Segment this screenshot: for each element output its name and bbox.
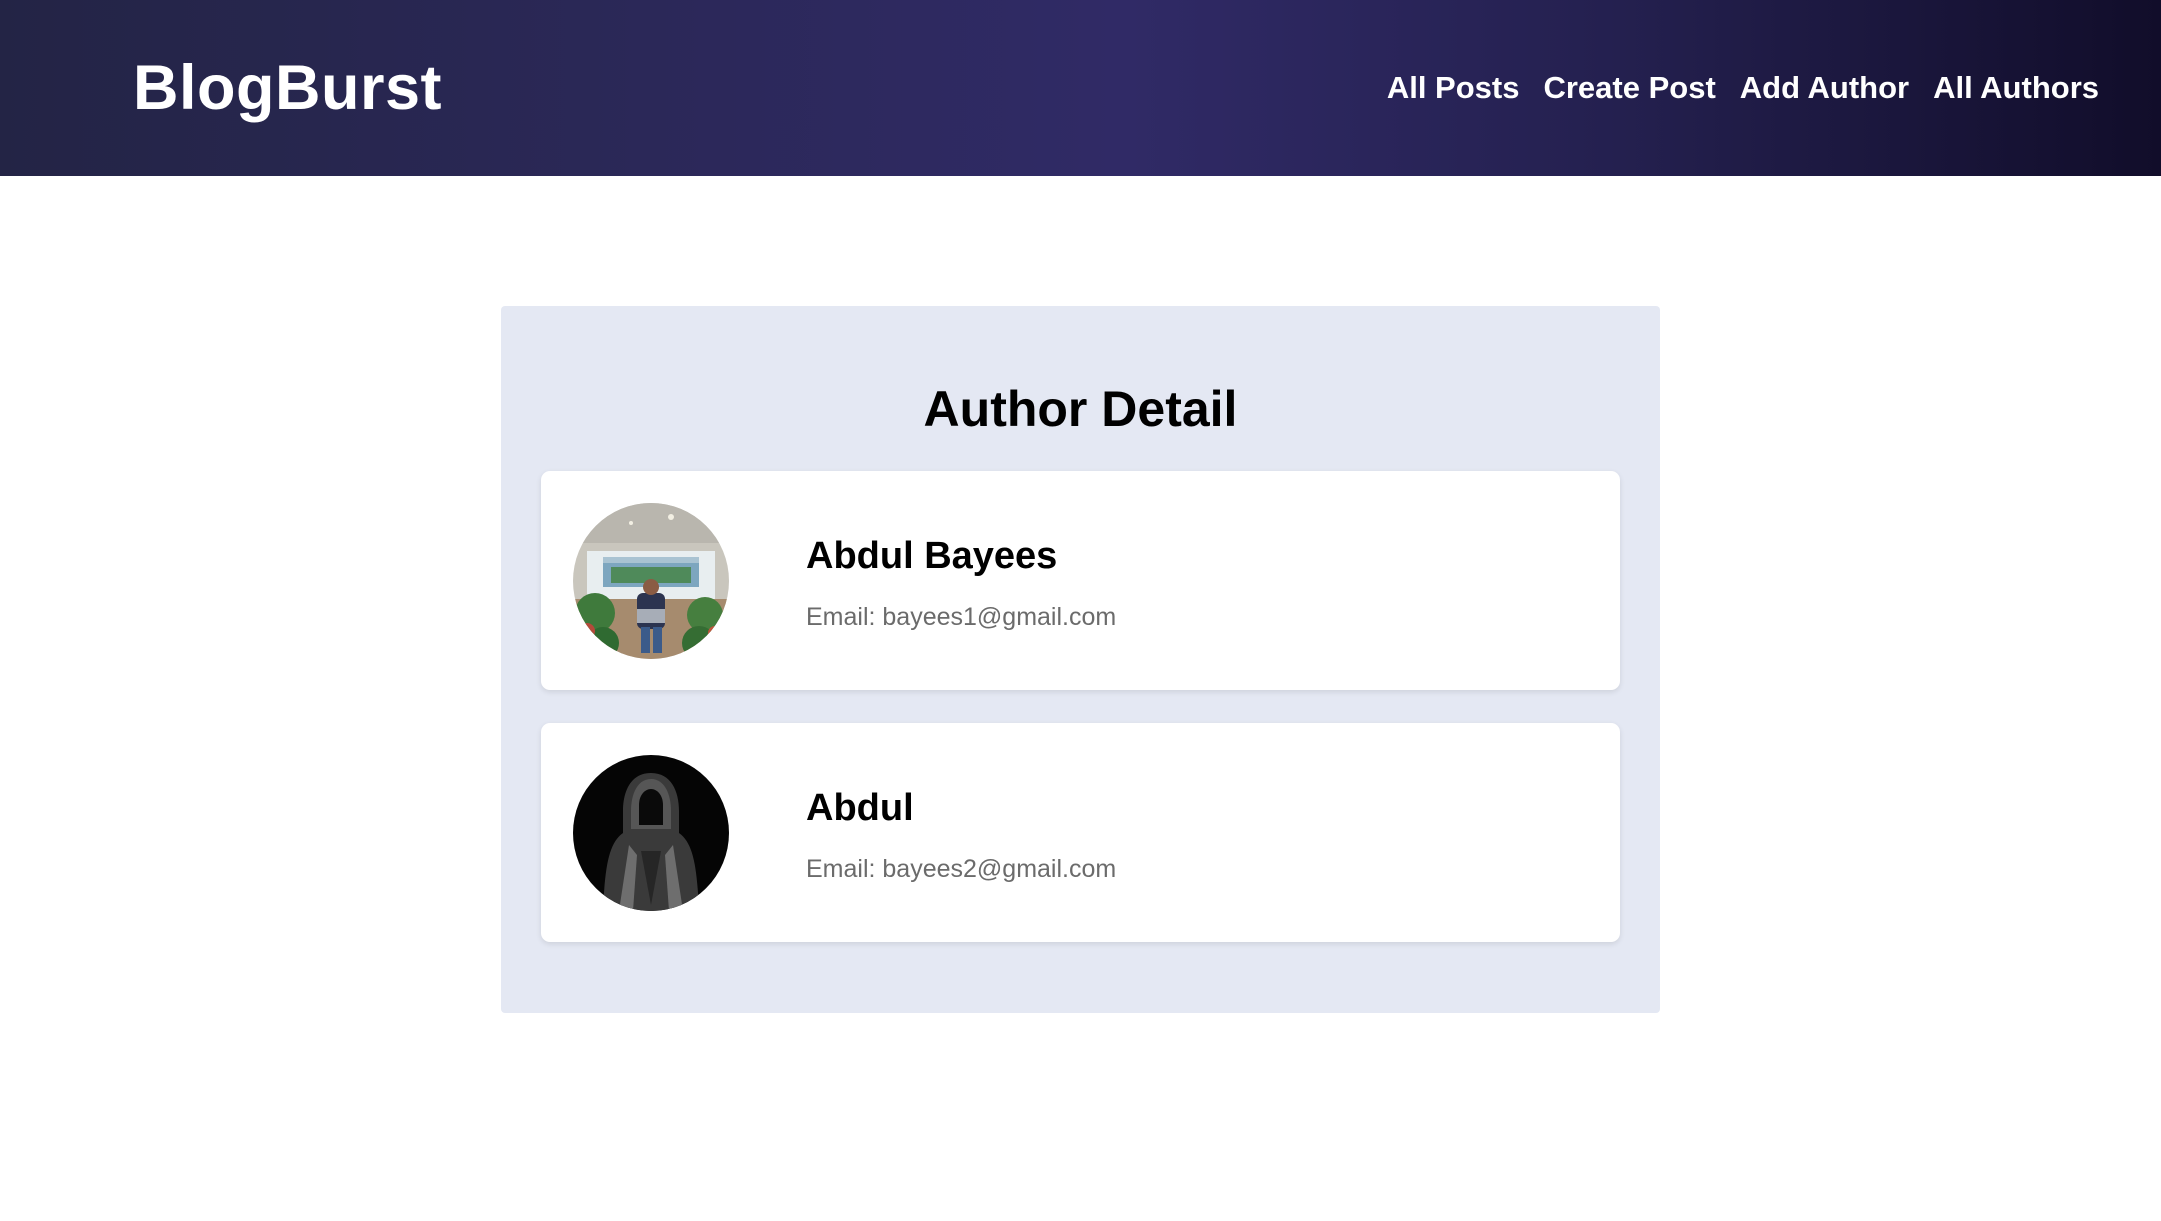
nav-link-add-author[interactable]: Add Author <box>1740 70 1909 106</box>
author-card: Abdul Email: bayees2@gmail.com <box>541 723 1620 942</box>
author-name: Abdul Bayees <box>806 535 1058 577</box>
author-avatar <box>573 503 729 659</box>
nav-link-all-authors[interactable]: All Authors <box>1933 70 2099 106</box>
author-name: Abdul <box>806 787 914 829</box>
nav-link-create-post[interactable]: Create Post <box>1543 70 1715 106</box>
author-detail-panel: Author Detail Abdul Bayees Email: bayees… <box>501 306 1660 1013</box>
nav-links: All Posts Create Post Add Author All Aut… <box>1387 70 2099 106</box>
author-email: Email: bayees2@gmail.com <box>806 855 1117 883</box>
top-navbar: BlogBurst All Posts Create Post Add Auth… <box>0 0 2161 176</box>
page-title: Author Detail <box>923 381 1238 437</box>
author-card: Abdul Bayees Email: bayees1@gmail.com <box>541 471 1620 690</box>
brand-logo[interactable]: BlogBurst <box>133 52 442 124</box>
author-photo-indoor-image <box>573 503 729 659</box>
author-avatar <box>573 755 729 911</box>
hooded-figure-photo-image <box>573 755 729 911</box>
nav-link-all-posts[interactable]: All Posts <box>1387 70 1520 106</box>
author-email: Email: bayees1@gmail.com <box>806 603 1117 631</box>
